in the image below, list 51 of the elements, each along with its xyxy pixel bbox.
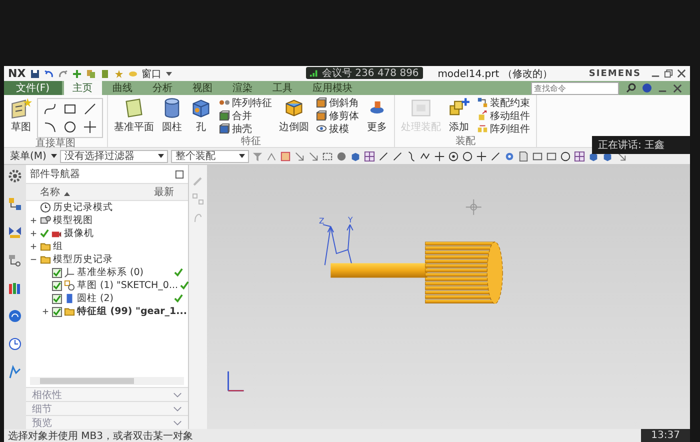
tree-item-label[interactable]: 组 bbox=[53, 240, 63, 253]
tree-item-label[interactable]: 模型视图 bbox=[53, 214, 93, 227]
app-logo: NX bbox=[8, 67, 26, 80]
ribbon-group-label: 直接草图 bbox=[34, 138, 76, 149]
ribbon-group-label: 装配 bbox=[454, 136, 476, 147]
ribbon-tab[interactable]: 渲染 bbox=[224, 81, 262, 95]
ribbon-button[interactable]: 孔 bbox=[188, 96, 214, 135]
brand-logo: SIEMENS bbox=[588, 68, 641, 78]
tree-item-label[interactable]: 草图 (1) "SKETCH_0... bbox=[77, 279, 178, 292]
ribbon-button[interactable]: 抽壳 bbox=[217, 122, 274, 135]
ribbon-button[interactable]: 移动组件 bbox=[475, 109, 532, 122]
tree-item-label[interactable]: 模型历史记录 bbox=[53, 253, 113, 266]
menu-button[interactable]: 菜单(M) bbox=[8, 149, 48, 163]
tree-item-label[interactable]: 摄像机 bbox=[64, 227, 94, 240]
column-header[interactable]: 名称 bbox=[30, 185, 60, 199]
ribbon-button[interactable]: 添加 bbox=[446, 96, 472, 135]
ribbon-button[interactable]: 合并 bbox=[217, 109, 274, 122]
ribbon-tab[interactable]: 视图 bbox=[184, 81, 222, 95]
file-menu-tab[interactable]: 文件(F) bbox=[4, 81, 62, 95]
ribbon-button[interactable]: 阵列组件 bbox=[475, 122, 532, 135]
panel-title: 部件导航器 bbox=[30, 168, 80, 181]
ribbon-group-label: 特征 bbox=[240, 136, 262, 147]
ribbon-button[interactable]: 拔模 bbox=[314, 122, 361, 135]
ribbon-button[interactable]: 基准平面 bbox=[112, 96, 156, 135]
ribbon-button[interactable]: 阵列特征 bbox=[217, 96, 274, 109]
ribbon-button[interactable]: 更多 bbox=[364, 96, 390, 135]
ribbon-button[interactable]: 倒斜角 bbox=[314, 96, 361, 109]
tree-item-label[interactable]: 特征组 (99) "gear_1... bbox=[77, 305, 187, 318]
window-title: model14.prt （修改的） bbox=[438, 68, 552, 80]
taskbar-clock: 13:37 bbox=[641, 429, 690, 442]
ribbon-button[interactable]: 装配约束 bbox=[475, 96, 532, 109]
selection-filter-dropdown[interactable]: 没有选择过滤器 bbox=[60, 150, 168, 162]
ribbon-tab[interactable]: 分析 bbox=[144, 81, 182, 95]
speaker-text: 正在讲话: 王鑫 bbox=[598, 138, 665, 152]
ribbon-button[interactable]: 边倒圆 bbox=[277, 96, 311, 135]
ribbon-button[interactable]: 草图 bbox=[8, 96, 34, 135]
scope-dropdown[interactable]: 整个装配 bbox=[171, 150, 250, 162]
status-message: 选择对象并使用 MB3，或者双击某一对象 bbox=[7, 430, 194, 442]
tree-item-label[interactable]: 历史记录模式 bbox=[53, 201, 113, 214]
window-menu[interactable]: 窗口 bbox=[142, 66, 162, 80]
ribbon-button[interactable]: 修剪体 bbox=[314, 109, 361, 122]
ribbon-tab[interactable]: 工具 bbox=[264, 81, 302, 95]
ribbon-tab[interactable]: 曲线 bbox=[104, 81, 142, 95]
ribbon-tab[interactable]: 主页 bbox=[64, 81, 102, 95]
ribbon-tab[interactable]: 应用模块 bbox=[304, 81, 362, 95]
tree-item-label[interactable]: 基准坐标系 (0) bbox=[77, 266, 144, 279]
meeting-id: 会议号 236 478 896 bbox=[322, 66, 419, 80]
column-header[interactable]: 最新 bbox=[154, 185, 184, 199]
tree-item-label[interactable]: 圆柱 (2) bbox=[77, 292, 114, 305]
ribbon-button[interactable]: 圆柱 bbox=[159, 96, 185, 135]
search-input[interactable]: 查找命令 bbox=[532, 82, 618, 94]
